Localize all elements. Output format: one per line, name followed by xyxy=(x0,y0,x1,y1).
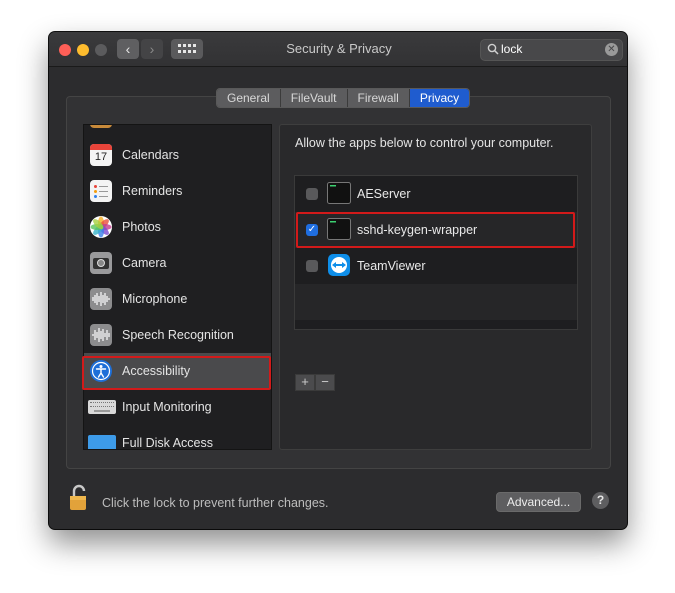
sidebar-item-microphone[interactable]: Microphone xyxy=(84,281,271,317)
app-row-sshd-keygen-wrapper[interactable]: ✓ sshd-keygen-wrapper xyxy=(295,212,577,248)
aeserver-checkbox[interactable] xyxy=(306,188,318,200)
tab-general[interactable]: General xyxy=(217,89,281,107)
camera-icon xyxy=(90,252,112,274)
back-button[interactable]: ‹ xyxy=(117,39,139,59)
help-button[interactable]: ? xyxy=(592,492,609,509)
sidebar-item-speech-recognition[interactable]: Speech Recognition xyxy=(84,317,271,353)
tab-privacy[interactable]: Privacy xyxy=(409,89,470,107)
teamviewer-checkbox[interactable] xyxy=(306,260,318,272)
app-name: TeamViewer xyxy=(357,259,426,273)
sidebar-item-label: Reminders xyxy=(122,184,183,198)
accessibility-icon xyxy=(90,360,112,382)
sidebar-item-label: Calendars xyxy=(122,148,179,162)
sidebar-item-label: Camera xyxy=(122,256,167,270)
photos-icon xyxy=(90,216,112,238)
sidebar-item-label: Microphone xyxy=(122,292,188,306)
window-title: Security & Privacy xyxy=(286,41,392,56)
sidebar-item-full-disk-access[interactable]: Full Disk Access xyxy=(84,425,271,450)
teamviewer-icon xyxy=(327,254,351,276)
tab-bar: General FileVault Firewall Privacy xyxy=(216,88,471,108)
sidebar-item-label: Full Disk Access xyxy=(122,436,213,450)
sidebar-item-label: Speech Recognition xyxy=(122,328,234,342)
sidebar-item-calendars[interactable]: 17 Calendars xyxy=(84,137,271,173)
app-row-teamviewer[interactable]: TeamViewer xyxy=(295,248,577,284)
contacts-icon xyxy=(90,125,112,128)
microphone-icon xyxy=(90,288,112,310)
privacy-category-list[interactable]: 17 Calendars Reminders Photos Camera Mic… xyxy=(83,124,272,450)
close-window-button[interactable] xyxy=(59,44,71,56)
sidebar-item-label: Input Monitoring xyxy=(122,400,212,414)
search-icon xyxy=(487,43,499,55)
add-app-button[interactable]: + xyxy=(295,374,315,391)
sidebar-item-partial xyxy=(84,125,271,135)
sidebar-item-label: Accessibility xyxy=(122,364,191,378)
forward-button[interactable]: › xyxy=(141,39,163,59)
titlebar: ‹ › Security & Privacy ✕ xyxy=(49,32,627,67)
search-field[interactable]: ✕ xyxy=(480,39,623,61)
show-all-button[interactable] xyxy=(171,39,203,59)
sidebar-item-input-monitoring[interactable]: Input Monitoring xyxy=(84,389,271,425)
folder-icon xyxy=(88,435,116,449)
tab-firewall[interactable]: Firewall xyxy=(347,89,410,107)
sidebar-item-reminders[interactable]: Reminders xyxy=(84,173,271,209)
search-input[interactable] xyxy=(501,41,601,57)
terminal-icon xyxy=(327,218,351,240)
sidebar-item-camera[interactable]: Camera xyxy=(84,245,271,281)
app-permissions-pane: Allow the apps below to control your com… xyxy=(279,124,592,450)
checkmark-icon: ✓ xyxy=(307,224,317,235)
app-name: sshd-keygen-wrapper xyxy=(357,223,478,237)
permission-description: Allow the apps below to control your com… xyxy=(295,136,554,150)
app-row-empty xyxy=(295,284,577,320)
app-name: AEServer xyxy=(357,187,411,201)
chevron-left-icon: ‹ xyxy=(125,41,131,57)
app-list[interactable]: AEServer ✓ sshd-keygen-wrapper TeamViewe… xyxy=(294,175,578,330)
terminal-icon xyxy=(327,182,351,204)
reminders-icon xyxy=(90,180,112,202)
advanced-button[interactable]: Advanced... xyxy=(496,492,581,512)
minimize-window-button[interactable] xyxy=(77,44,89,56)
security-privacy-window: ‹ › Security & Privacy ✕ General FileVau… xyxy=(49,32,627,529)
chevron-right-icon: › xyxy=(149,41,155,57)
lock-hint-text: Click the lock to prevent further change… xyxy=(102,496,329,510)
remove-app-button[interactable]: − xyxy=(315,374,335,391)
tab-filevault[interactable]: FileVault xyxy=(280,89,348,107)
zoom-window-button[interactable] xyxy=(95,44,107,56)
app-row-aeserver[interactable]: AEServer xyxy=(295,176,577,212)
grid-icon xyxy=(178,44,196,53)
sshd-keygen-wrapper-checkbox[interactable]: ✓ xyxy=(306,224,318,236)
sidebar-item-photos[interactable]: Photos xyxy=(84,209,271,245)
sidebar-item-accessibility[interactable]: Accessibility xyxy=(84,353,271,389)
clear-search-icon[interactable]: ✕ xyxy=(605,43,618,56)
calendar-icon: 17 xyxy=(90,144,112,166)
keyboard-icon xyxy=(88,400,116,414)
speech-recognition-icon xyxy=(90,324,112,346)
sidebar-item-label: Photos xyxy=(122,220,161,234)
unlocked-lock-icon[interactable] xyxy=(69,484,93,512)
